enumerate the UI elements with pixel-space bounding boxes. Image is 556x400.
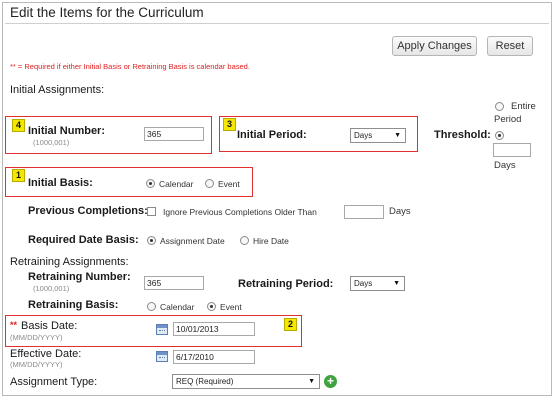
initial-basis-event-radio[interactable] xyxy=(205,179,214,188)
previous-completions-days-input[interactable] xyxy=(344,205,384,219)
annotation-badge-3: 3 xyxy=(223,118,236,131)
effective-date-label: Effective Date: xyxy=(10,348,82,360)
threshold-days-radio[interactable] xyxy=(495,131,504,140)
basis-date-calendar-icon[interactable] xyxy=(156,324,168,335)
ignore-previous-completions-checkbox[interactable] xyxy=(147,207,156,216)
previous-completions-days-label: Days xyxy=(389,206,411,217)
effective-date-input[interactable]: 6/17/2010 xyxy=(173,350,255,364)
initial-basis-calendar-label: Calendar xyxy=(159,179,194,189)
initial-period-select[interactable]: Days ▼ xyxy=(350,128,406,143)
initial-number-range: (1000,001) xyxy=(33,138,70,147)
reset-button[interactable]: Reset xyxy=(487,36,533,56)
required-date-basis-hire-label: Hire Date xyxy=(253,236,289,246)
assignment-type-label: Assignment Type: xyxy=(10,376,98,388)
threshold-days-input[interactable] xyxy=(493,143,531,157)
retraining-number-label: Retraining Number: xyxy=(28,271,131,283)
basis-date-input[interactable]: 10/01/2013 xyxy=(173,322,255,336)
required-note: ** = Required if either Initial Basis or… xyxy=(10,62,250,71)
page-title: Edit the Items for the Curriculum xyxy=(10,5,204,20)
previous-completions-label: Previous Completions: xyxy=(28,205,148,217)
effective-date-format: (MM/DD/YYYY) xyxy=(10,360,63,369)
initial-period-value: Days xyxy=(354,131,373,140)
retraining-basis-label: Retraining Basis: xyxy=(28,299,119,311)
basis-date-required-mark: ** xyxy=(10,320,18,330)
initial-number-input[interactable]: 365 xyxy=(144,127,204,141)
annotation-badge-2: 2 xyxy=(284,318,297,331)
add-assignment-type-icon[interactable]: + xyxy=(324,375,337,388)
apply-changes-button[interactable]: Apply Changes xyxy=(392,36,477,56)
retraining-basis-event-label: Event xyxy=(220,302,242,312)
retraining-basis-calendar-radio[interactable] xyxy=(147,302,156,311)
dropdown-arrow-icon: ▼ xyxy=(393,280,400,287)
assignment-type-select[interactable]: REQ (Required) ▼ xyxy=(172,374,320,389)
effective-date-calendar-icon[interactable] xyxy=(156,351,168,362)
initial-assignments-heading: Initial Assignments: xyxy=(10,84,105,96)
required-date-basis-assignment-radio[interactable] xyxy=(147,236,156,245)
initial-basis-calendar-radio[interactable] xyxy=(146,179,155,188)
initial-number-label: Initial Number: xyxy=(28,125,106,137)
retraining-period-select[interactable]: Days ▼ xyxy=(350,276,405,291)
retraining-period-label: Retraining Period: xyxy=(238,278,334,290)
initial-basis-event-label: Event xyxy=(218,179,240,189)
retraining-number-range: (1000,001) xyxy=(33,284,70,293)
required-date-basis-label: Required Date Basis: xyxy=(28,234,139,246)
dropdown-arrow-icon: ▼ xyxy=(308,378,315,385)
retraining-period-value: Days xyxy=(354,279,373,288)
initial-period-label: Initial Period: xyxy=(237,129,307,141)
threshold-entire-period-radio[interactable] xyxy=(495,102,504,111)
retraining-basis-event-radio[interactable] xyxy=(207,302,216,311)
required-date-basis-assignment-label: Assignment Date xyxy=(160,236,225,246)
dropdown-arrow-icon: ▼ xyxy=(394,132,401,139)
ignore-previous-completions-text: Ignore Previous Completions Older Than xyxy=(163,207,317,217)
retraining-assignments-heading: Retraining Assignments: xyxy=(10,256,129,268)
required-date-basis-hire-radio[interactable] xyxy=(240,236,249,245)
threshold-label: Threshold: xyxy=(434,129,491,141)
title-divider xyxy=(5,23,549,24)
basis-date-label: Basis Date: xyxy=(21,320,78,332)
initial-basis-label: Initial Basis: xyxy=(28,177,93,189)
annotation-badge-1: 1 xyxy=(12,169,25,182)
retraining-basis-calendar-label: Calendar xyxy=(160,302,195,312)
retraining-number-input[interactable]: 365 xyxy=(144,276,204,290)
basis-date-format: (MM/DD/YYYY) xyxy=(10,333,63,342)
assignment-type-value: REQ (Required) xyxy=(176,377,234,386)
threshold-days-label: Days xyxy=(494,160,516,171)
annotation-badge-4: 4 xyxy=(12,119,25,132)
threshold-entire-label: Entire xyxy=(511,101,536,112)
threshold-period-label: Period xyxy=(494,114,522,125)
